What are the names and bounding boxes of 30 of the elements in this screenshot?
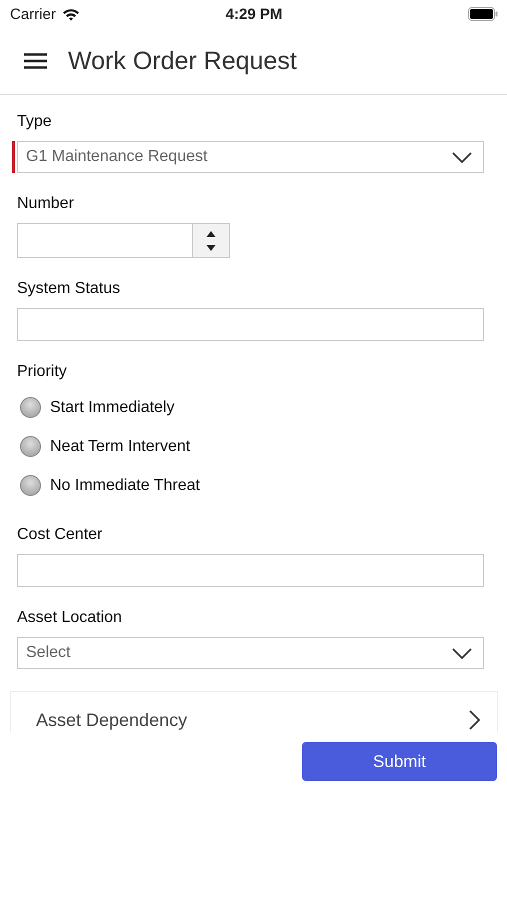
menu-icon[interactable] [24,53,47,69]
radio-label: Neat Term Intervent [50,438,190,456]
field-label: Priority [17,363,68,381]
input-field[interactable] [17,308,484,341]
stepper-arrows-icon [206,230,216,252]
wifi-icon [62,8,80,20]
chevron-right-icon [469,710,481,730]
stepper-control[interactable] [192,224,229,257]
field-label: Asset Location [17,609,123,627]
page-title: Work Order Request [68,46,297,76]
carrier-label: Carrier [10,6,56,22]
field-label: System Status [17,280,122,298]
submit-button[interactable]: Submit [302,742,497,781]
chevron-down-icon [452,648,472,658]
radio-label: No Immediate Threat [50,476,200,494]
navigation-row[interactable]: Asset Dependency [10,691,498,732]
dropdown-field[interactable]: Select [17,637,484,669]
number-field[interactable] [17,223,230,258]
input-field[interactable] [17,554,484,587]
status-time: 4:29 PM [226,6,282,22]
radio-label: Start Immediately [50,398,174,416]
radio-button[interactable] [20,475,41,496]
field-label: Cost Center [17,526,104,544]
dropdown-field[interactable]: G1 Maintenance Request [17,141,484,173]
radio-button[interactable] [20,436,41,457]
radio-button[interactable] [20,397,41,418]
chevron-down-icon [452,152,472,162]
field-label: Number [17,195,75,213]
battery-icon [468,7,498,21]
field-label: Type [17,113,53,131]
